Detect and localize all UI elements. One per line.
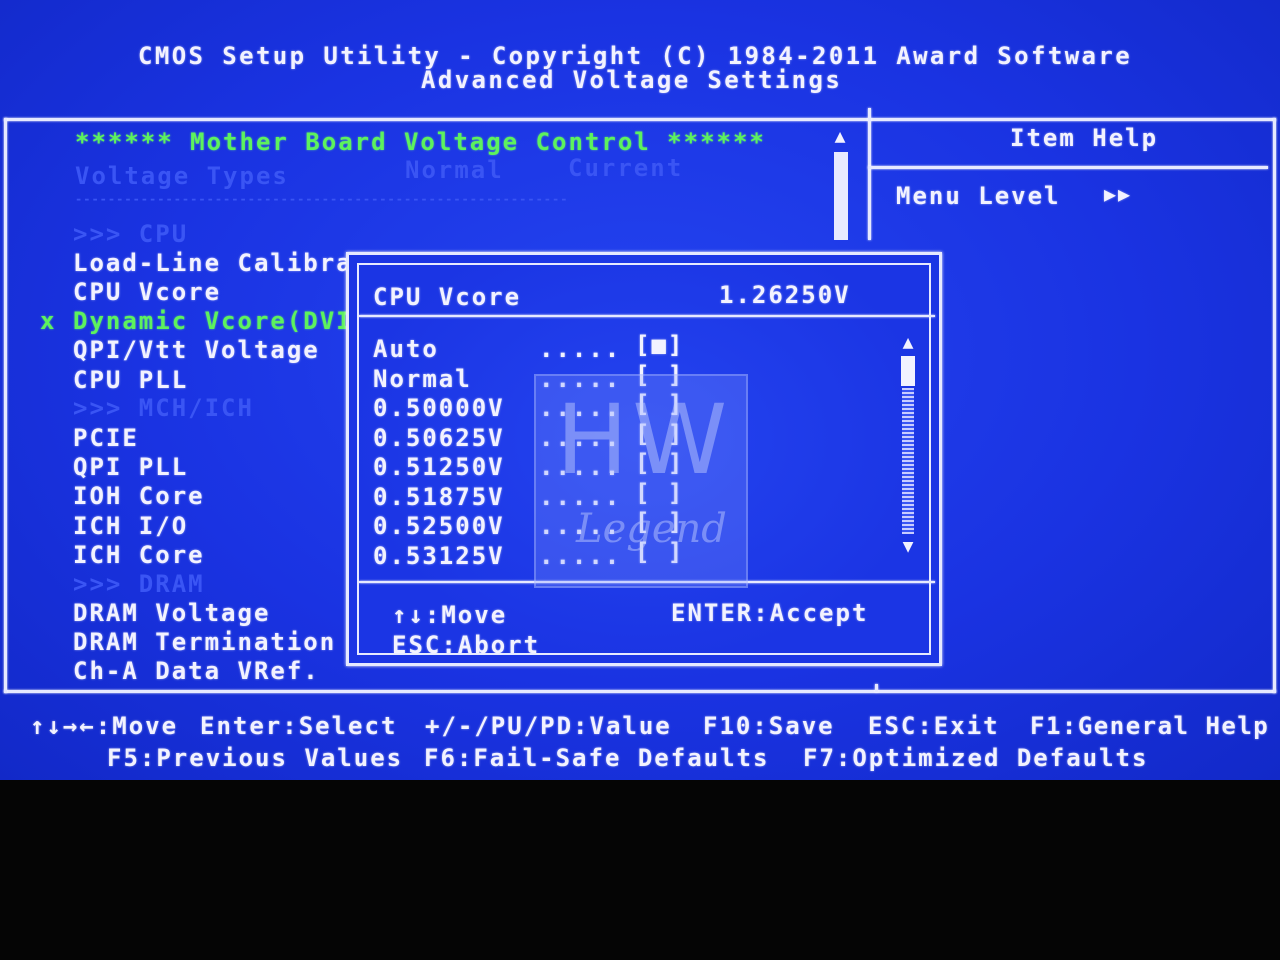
popup-option-label[interactable]: Normal — [373, 365, 472, 393]
menu-level-label: Menu Level — [896, 182, 1061, 210]
main-scrollbar[interactable]: ▲ — [832, 128, 848, 240]
popup-scrollbar-thumb[interactable] — [901, 356, 915, 386]
frame-left — [4, 118, 7, 693]
popup-title: CPU Vcore — [373, 283, 522, 311]
popup-title-divider — [359, 315, 935, 317]
frame-right — [1273, 118, 1276, 693]
popup-scrollbar[interactable]: ▲ ▼ — [899, 334, 917, 556]
popup-hint-abort: ESC:Abort — [392, 631, 541, 659]
menu-item[interactable]: Ch-A Data VRef. — [73, 657, 320, 685]
popup-option-label[interactable]: Auto — [373, 335, 439, 363]
column-normal: Normal — [405, 156, 504, 184]
menu-item[interactable]: CPU PLL — [73, 366, 188, 394]
footer-hint: F1:General Help — [1030, 712, 1270, 740]
footer-hint: F10:Save — [703, 712, 835, 740]
selected-marker-icon: x — [40, 307, 57, 335]
menu-item[interactable]: DRAM Termination — [73, 628, 336, 656]
watermark-hw: HW — [556, 384, 732, 496]
watermark-legend: Legend — [576, 506, 727, 552]
popup-option-label[interactable]: 0.53125V — [373, 542, 505, 570]
popup-hint-accept: ENTER:Accept — [671, 599, 869, 627]
popup-option-label[interactable]: 0.51250V — [373, 453, 505, 481]
footer-hint: ↑↓→←:Move — [30, 712, 179, 740]
column-voltage-types: Voltage Types — [75, 162, 289, 190]
popup-option-checkbox[interactable]: [■] — [635, 331, 684, 359]
menu-item[interactable]: QPI/Vtt Voltage — [73, 336, 320, 364]
section-title: ****** Mother Board Voltage Control ****… — [75, 128, 766, 156]
help-title: Item Help — [1010, 124, 1159, 152]
column-current: Current — [568, 154, 684, 182]
column-divider: ----------------------------------------… — [75, 192, 569, 206]
menu-item[interactable]: ICH I/O — [73, 512, 188, 540]
header-subtitle: Advanced Voltage Settings — [421, 66, 843, 94]
menu-item[interactable]: QPI PLL — [73, 453, 188, 481]
footer-hint: F7:Optimized Defaults — [803, 744, 1149, 772]
frame-bottom — [4, 690, 1276, 693]
popup-hint-move: ↑↓:Move — [392, 601, 508, 629]
popup-option-label[interactable]: 0.51875V — [373, 483, 505, 511]
footer-hint: ESC:Exit — [868, 712, 1000, 740]
menu-item[interactable]: CPU Vcore — [73, 278, 221, 306]
popup-scrollbar-track[interactable] — [902, 388, 914, 534]
popup-current-value: 1.26250V — [719, 281, 851, 309]
frame-help-divider — [868, 108, 871, 240]
bios-screen: CMOS Setup Utility - Copyright (C) 1984-… — [0, 0, 1280, 780]
popup-scroll-down-arrow-icon[interactable]: ▼ — [899, 538, 917, 556]
footer-hint: F5:Previous Values — [107, 744, 404, 772]
footer-hint: +/-/PU/PD:Value — [425, 712, 672, 740]
footer-hint: F6:Fail-Safe Defaults — [424, 744, 770, 772]
scroll-up-arrow-icon[interactable]: ▲ — [831, 128, 849, 146]
frame-top — [4, 118, 1276, 121]
menu-item[interactable]: PCIE — [73, 424, 139, 452]
help-title-underline — [868, 166, 1268, 169]
popup-option-dots: ..... — [539, 335, 622, 363]
menu-item[interactable]: IOH Core — [73, 482, 205, 510]
menu-item[interactable]: ICH Core — [73, 541, 205, 569]
hwlegend-watermark: HW Legend — [534, 374, 748, 588]
menu-section-header: >>> CPU — [73, 220, 189, 248]
menu-item[interactable]: Load-Line Calibra — [73, 249, 353, 277]
main-scrollbar-thumb[interactable] — [834, 152, 848, 240]
menu-item[interactable]: Dynamic Vcore(DVI — [73, 307, 353, 335]
popup-option-label[interactable]: 0.50625V — [373, 424, 505, 452]
menu-item[interactable]: DRAM Voltage — [73, 599, 270, 627]
frame-help-divider-stub — [875, 684, 878, 692]
popup-scroll-up-arrow-icon[interactable]: ▲ — [899, 334, 917, 352]
menu-section-header: >>> DRAM — [73, 570, 205, 598]
menu-level-arrows-icon: ▶▶ — [1104, 182, 1133, 206]
footer-hint: Enter:Select — [200, 712, 398, 740]
popup-option-label[interactable]: 0.50000V — [373, 394, 505, 422]
popup-option-label[interactable]: 0.52500V — [373, 512, 505, 540]
menu-section-header: >>> MCH/ICH — [73, 394, 254, 422]
